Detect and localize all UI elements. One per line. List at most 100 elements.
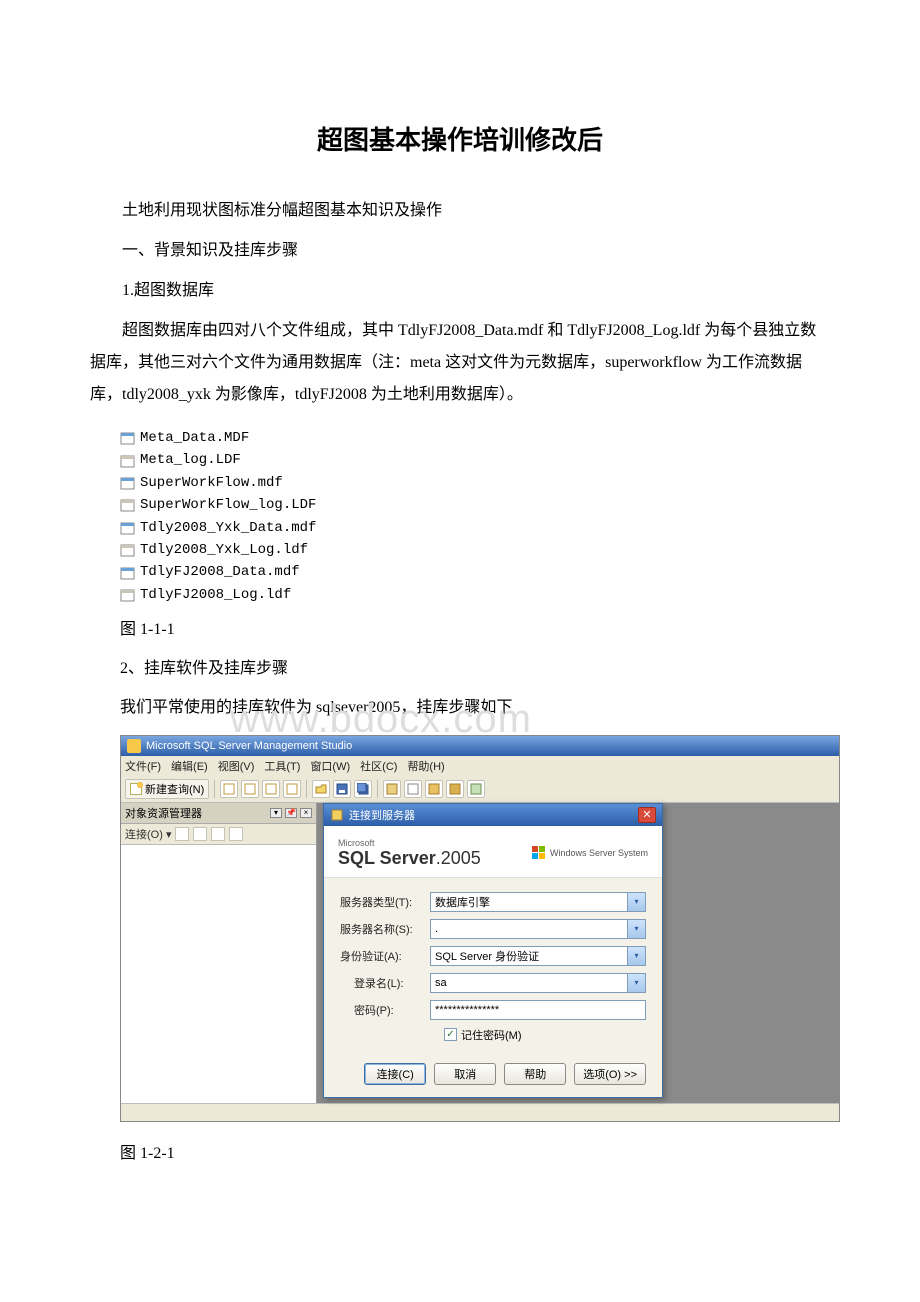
section-1-2-heading: 2、挂库软件及挂库步骤 [120, 655, 830, 684]
menu-tools[interactable]: 工具(T) [264, 758, 300, 774]
toolbar-icon[interactable] [241, 780, 259, 798]
menu-window[interactable]: 窗口(W) [310, 758, 350, 774]
connect-dropdown[interactable]: 连接(O) ▾ [125, 826, 171, 842]
remember-password-checkbox[interactable]: ✓ [444, 1028, 457, 1041]
panel-pin-icon[interactable]: 📌 [285, 808, 297, 818]
section-1-1-body: 超图数据库由四对八个文件组成，其中 TdlyFJ2008_Data.mdf 和 … [90, 315, 830, 411]
new-query-button[interactable]: 新建查询(N) [125, 779, 209, 799]
menu-community[interactable]: 社区(C) [360, 758, 397, 774]
db-file-icon [120, 543, 136, 557]
sql-server-logo: Microsoft SQL Server.2005 [338, 838, 481, 869]
toolbar-icon[interactable] [425, 780, 443, 798]
connect-dialog: 连接到服务器 ✕ Microsoft SQL Server.2005 [323, 803, 663, 1098]
open-icon[interactable] [312, 780, 330, 798]
menu-help[interactable]: 帮助(H) [407, 758, 444, 774]
ssms-titlebar: Microsoft SQL Server Management Studio [121, 736, 839, 756]
save-all-icon[interactable] [354, 780, 372, 798]
password-input[interactable]: *************** [430, 1000, 646, 1020]
file-list: Meta_Data.MDF Meta_log.LDF SuperWorkFlow… [120, 427, 830, 606]
section-1-2-body: 我们平常使用的挂库软件为 sqlsever2005，挂库步骤如下 [120, 694, 830, 723]
oe-toolbar-icon[interactable] [229, 827, 243, 841]
list-item: TdlyFJ2008_Log.ldf [120, 584, 830, 606]
file-name: Tdly2008_Yxk_Log.ldf [140, 539, 308, 561]
object-explorer-toolbar: 连接(O) ▾ [121, 824, 316, 845]
panel-close-icon[interactable]: × [300, 808, 312, 818]
ssms-client-area: 连接到服务器 ✕ Microsoft SQL Server.2005 [317, 803, 839, 1103]
connect-button[interactable]: 连接(C) [364, 1063, 426, 1085]
file-name: Tdly2008_Yxk_Data.mdf [140, 517, 316, 539]
menu-view[interactable]: 视图(V) [218, 758, 255, 774]
server-type-combo[interactable]: 数据库引擎▾ [430, 892, 646, 912]
ssms-window: Microsoft SQL Server Management Studio 文… [120, 735, 840, 1122]
wss-text: Windows Server System [550, 848, 648, 858]
login-combo[interactable]: sa▾ [430, 973, 646, 993]
logo-microsoft: Microsoft [338, 838, 481, 848]
panel-dropdown-icon[interactable]: ▾ [270, 808, 282, 818]
new-query-label: 新建查询(N) [145, 781, 204, 797]
object-explorer-panel: 对象资源管理器 ▾ 📌 × 连接(O) ▾ [121, 803, 317, 1103]
toolbar-icon[interactable] [283, 780, 301, 798]
auth-combo[interactable]: SQL Server 身份验证▾ [430, 946, 646, 966]
toolbar-icon[interactable] [446, 780, 464, 798]
list-item: Tdly2008_Yxk_Data.mdf [120, 517, 830, 539]
figure-1-1-1-caption: 图 1-1-1 [120, 616, 830, 645]
db-file-icon [120, 588, 136, 602]
save-icon[interactable] [333, 780, 351, 798]
menu-file[interactable]: 文件(F) [125, 758, 161, 774]
file-name: SuperWorkFlow_log.LDF [140, 494, 316, 516]
ssms-toolbar: 新建查询(N) [121, 776, 839, 803]
connect-dialog-form: 服务器类型(T): 数据库引擎▾ 服务器名称(S): .▾ 身份验证(A): S… [324, 878, 662, 1097]
section-1-heading: 一、背景知识及挂库步骤 [90, 235, 830, 267]
toolbar-icon[interactable] [262, 780, 280, 798]
page-title: 超图基本操作培训修改后 [90, 120, 830, 157]
server-icon [330, 808, 344, 822]
file-name: SuperWorkFlow.mdf [140, 472, 283, 494]
server-name-label: 服务器名称(S): [340, 921, 430, 937]
list-item: Tdly2008_Yxk_Log.ldf [120, 539, 830, 561]
connect-dialog-header: Microsoft SQL Server.2005 Windows Server… [324, 826, 662, 878]
list-item: TdlyFJ2008_Data.mdf [120, 561, 830, 583]
list-item: SuperWorkFlow_log.LDF [120, 494, 830, 516]
toolbar-icon[interactable] [404, 780, 422, 798]
list-item: Meta_Data.MDF [120, 427, 830, 449]
oe-toolbar-icon[interactable] [211, 827, 225, 841]
section-1-1-heading: 1.超图数据库 [90, 275, 830, 307]
intro-paragraph: 土地利用现状图标准分幅超图基本知识及操作 [90, 195, 830, 227]
ssms-menubar: 文件(F) 编辑(E) 视图(V) 工具(T) 窗口(W) 社区(C) 帮助(H… [121, 756, 839, 776]
ssms-app-icon [127, 739, 141, 753]
server-name-combo[interactable]: .▾ [430, 919, 646, 939]
toolbar-icon[interactable] [383, 780, 401, 798]
chevron-down-icon: ▾ [627, 920, 645, 938]
menu-edit[interactable]: 编辑(E) [171, 758, 208, 774]
new-query-icon [130, 783, 142, 795]
oe-toolbar-icon[interactable] [175, 827, 189, 841]
ssms-statusbar [121, 1103, 839, 1121]
toolbar-separator [214, 780, 215, 798]
toolbar-separator [377, 780, 378, 798]
list-item: SuperWorkFlow.mdf [120, 472, 830, 494]
list-item: Meta_log.LDF [120, 449, 830, 471]
db-file-icon [120, 454, 136, 468]
file-name: Meta_Data.MDF [140, 427, 249, 449]
options-button[interactable]: 选项(O) >> [574, 1063, 646, 1085]
file-name: TdlyFJ2008_Data.mdf [140, 561, 300, 583]
toolbar-icon[interactable] [467, 780, 485, 798]
remember-password-label: 记住密码(M) [461, 1027, 522, 1043]
help-button[interactable]: 帮助 [504, 1063, 566, 1085]
close-button[interactable]: ✕ [638, 807, 656, 823]
toolbar-icon[interactable] [220, 780, 238, 798]
windows-flag-icon [532, 846, 546, 860]
figure-1-2-1-caption: 图 1-2-1 [120, 1140, 830, 1169]
object-explorer-title: 对象资源管理器 ▾ 📌 × [121, 803, 316, 824]
connect-dialog-title-text: 连接到服务器 [349, 807, 415, 823]
cancel-button[interactable]: 取消 [434, 1063, 496, 1085]
server-type-label: 服务器类型(T): [340, 894, 430, 910]
windows-server-system-logo: Windows Server System [532, 846, 648, 860]
file-name: TdlyFJ2008_Log.ldf [140, 584, 291, 606]
chevron-down-icon: ▾ [627, 974, 645, 992]
db-file-icon [120, 521, 136, 535]
file-name: Meta_log.LDF [140, 449, 241, 471]
connect-dialog-titlebar: 连接到服务器 ✕ [324, 804, 662, 826]
oe-toolbar-icon[interactable] [193, 827, 207, 841]
db-file-icon [120, 431, 136, 445]
